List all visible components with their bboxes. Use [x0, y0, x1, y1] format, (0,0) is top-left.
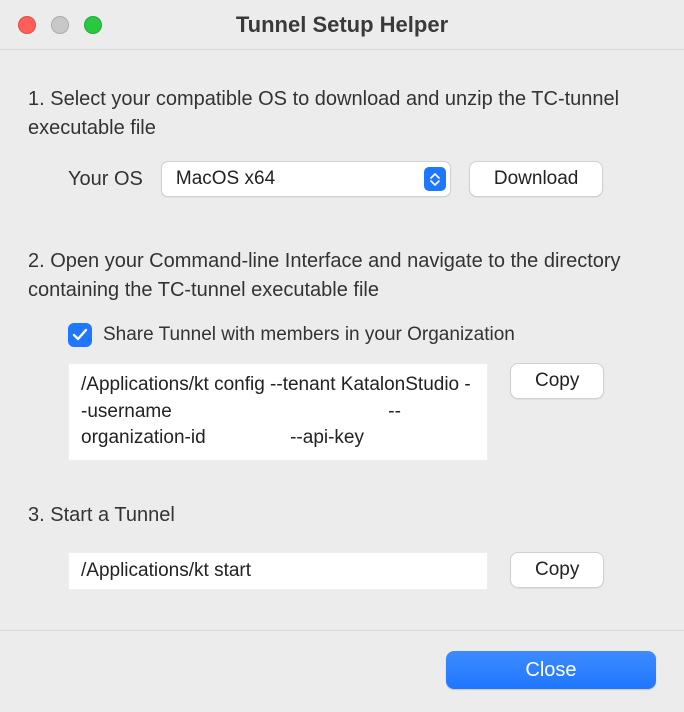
- close-button[interactable]: Close: [446, 651, 656, 689]
- window-close-button[interactable]: [18, 16, 36, 34]
- step1-label: 1. Select your compatible OS to download…: [28, 85, 656, 143]
- os-label: Your OS: [68, 168, 143, 191]
- window-minimize-button[interactable]: [51, 16, 69, 34]
- window-title: Tunnel Setup Helper: [14, 12, 670, 38]
- start-command-row: /Applications/kt start Copy: [28, 552, 656, 591]
- config-command-box[interactable]: /Applications/kt config --tenant Katalon…: [68, 363, 488, 461]
- titlebar: Tunnel Setup Helper: [0, 0, 684, 50]
- step2-label: 2. Open your Command-line Interface and …: [28, 247, 656, 305]
- start-command-box[interactable]: /Applications/kt start: [68, 552, 488, 591]
- share-tunnel-label: Share Tunnel with members in your Organi…: [103, 324, 515, 346]
- step3-label: 3. Start a Tunnel: [28, 501, 656, 530]
- config-command-row: /Applications/kt config --tenant Katalon…: [28, 363, 656, 461]
- select-arrows-icon: [424, 167, 446, 191]
- os-select-value: MacOS x64: [176, 168, 424, 190]
- footer: Close: [0, 630, 684, 709]
- content: 1. Select your compatible OS to download…: [0, 50, 684, 620]
- copy-start-button[interactable]: Copy: [510, 552, 604, 588]
- share-tunnel-checkbox[interactable]: [68, 323, 92, 347]
- traffic-lights: [18, 16, 102, 34]
- step1-row: Your OS MacOS x64 Download: [28, 161, 656, 197]
- share-tunnel-row: Share Tunnel with members in your Organi…: [28, 323, 656, 347]
- window-zoom-button[interactable]: [84, 16, 102, 34]
- os-select[interactable]: MacOS x64: [161, 161, 451, 197]
- download-button[interactable]: Download: [469, 161, 604, 197]
- copy-config-button[interactable]: Copy: [510, 363, 604, 399]
